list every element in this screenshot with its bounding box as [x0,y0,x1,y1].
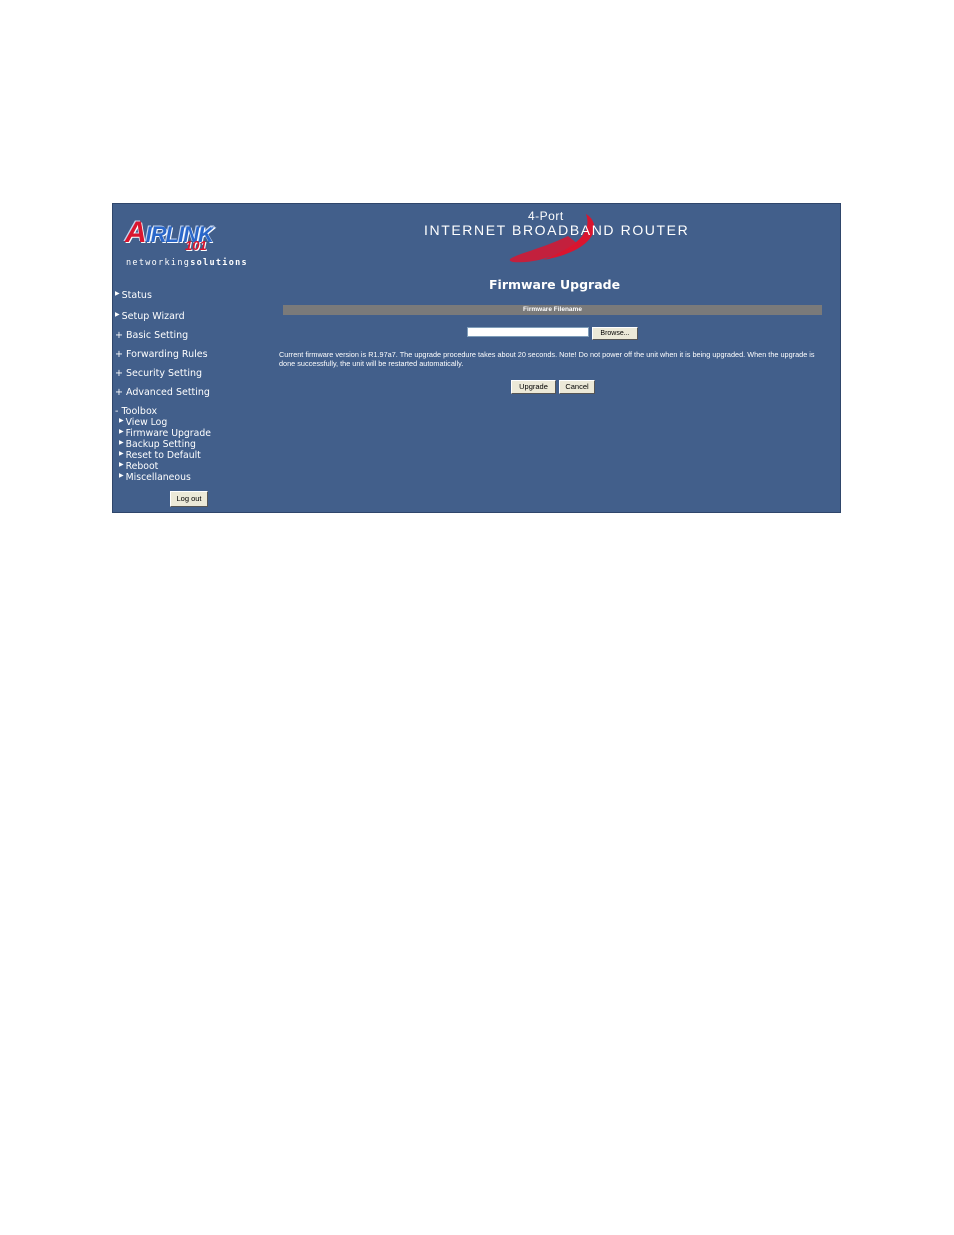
logout-button[interactable]: Log out [170,491,208,507]
sidebar-item-advanced-setting[interactable]: + Advanced Setting [115,387,210,398]
upgrade-button[interactable]: Upgrade [511,380,556,394]
tagline: networkingsolutions [126,258,248,268]
plus-icon: + [115,330,123,341]
header-title: 4-Port INTERNET BROADBAND ROUTER [418,206,688,266]
browse-button[interactable]: Browse... [592,327,638,340]
sidebar-item-forwarding-rules[interactable]: + Forwarding Rules [115,349,208,360]
arrow-icon: ▶ [119,439,124,446]
sidebar-item-firmware-upgrade[interactable]: ▶ Firmware Upgrade [119,428,211,439]
sidebar-item-toolbox[interactable]: - Toolbox [115,406,157,417]
page-title: Firmware Upgrade [489,277,621,292]
sidebar-item-miscellaneous[interactable]: ▶ Miscellaneous [119,472,191,483]
sidebar-item-security-setting[interactable]: + Security Setting [115,368,202,379]
logo-number: 101 [185,238,207,253]
sidebar-item-setup-wizard[interactable]: ▶ Setup Wizard [115,311,185,322]
cancel-button[interactable]: Cancel [559,380,595,394]
firmware-info-text: Current firmware version is R1.97a7. The… [279,350,815,368]
plus-icon: + [115,368,123,379]
sidebar-item-reset-to-default[interactable]: ▶ Reset to Default [119,450,201,461]
sidebar-item-backup-setting[interactable]: ▶ Backup Setting [119,439,196,450]
arrow-icon: ▶ [119,461,124,468]
logo-trademark: ™ [210,226,216,233]
arrow-icon: ▶ [119,472,124,479]
sidebar-item-reboot[interactable]: ▶ Reboot [119,461,158,472]
arrow-icon: ▶ [115,290,120,297]
sidebar-item-view-log[interactable]: ▶ View Log [119,417,167,428]
arrow-icon: ▶ [119,428,124,435]
header-port-label: 4-Port [528,209,564,223]
sidebar-item-basic-setting[interactable]: + Basic Setting [115,330,188,341]
arrow-icon: ▶ [115,311,120,318]
plus-icon: + [115,349,123,360]
header-router-label: INTERNET BROADBAND ROUTER [424,222,690,238]
airlink-logo: AIRLINK ™ 101 networkingsolutions [121,208,261,268]
firmware-filename-header: Firmware Filename [283,305,822,315]
plus-icon: + [115,387,123,398]
sidebar-item-status[interactable]: ▶ Status [115,290,152,301]
arrow-icon: ▶ [119,450,124,457]
firmware-file-input[interactable] [467,327,589,337]
arrow-icon: ▶ [119,417,124,424]
minus-icon: - [115,406,119,417]
router-admin-panel: AIRLINK ™ 101 networkingsolutions 4-Port… [112,203,841,513]
